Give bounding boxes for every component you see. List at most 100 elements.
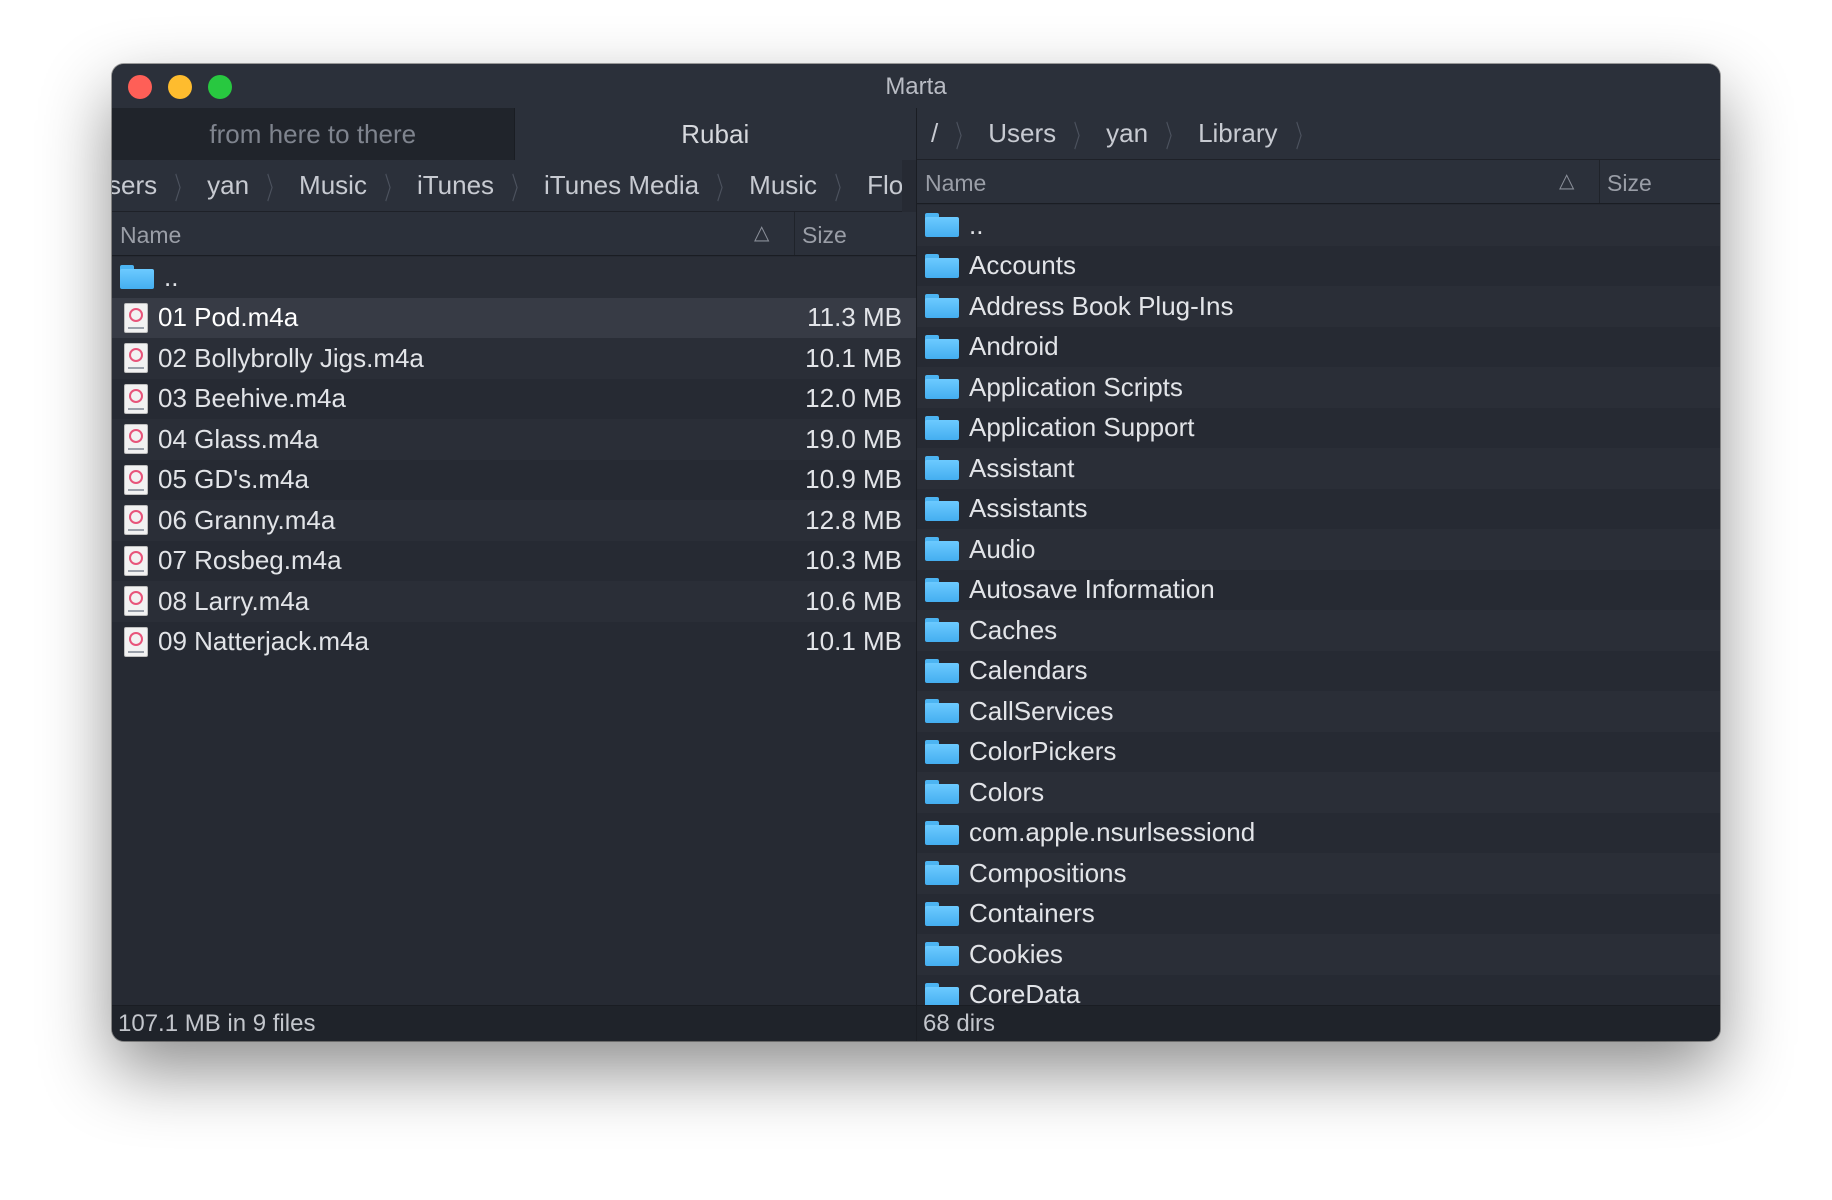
m4a-file-icon [124,343,148,374]
left-pane: from here to there Rubai sers 〉 yan 〉 Music 〉… [112,108,916,1041]
breadcrumb-item[interactable]: iTunes [407,170,504,201]
breadcrumb-item[interactable]: Music [739,170,827,201]
file-name: 04 Glass.m4a [158,423,319,454]
directory-row[interactable]: Audio [917,529,1720,570]
dir-name: CoreData [969,979,1081,1005]
file-size: 19.0 MB [805,423,902,454]
breadcrumb-item[interactable]: iTunes Media [534,170,709,201]
directory-row[interactable]: Address Book Plug-Ins [917,286,1720,327]
directory-row[interactable]: ColorPickers [917,731,1720,772]
breadcrumb-item[interactable]: sers [112,170,167,201]
directory-row[interactable]: CallServices [917,691,1720,732]
folder-icon [925,496,959,521]
dir-name: Accounts [969,250,1076,281]
chevron-right-icon: 〉 [266,171,282,207]
directory-row[interactable]: Caches [917,610,1720,651]
file-size: 12.0 MB [805,383,902,414]
file-size: 10.9 MB [805,464,902,495]
dir-name: Cookies [969,938,1063,969]
dir-name: .. [969,209,984,240]
file-row[interactable]: 05 GD's.m4a 10.9 MB [112,459,916,500]
folder-icon [925,456,959,481]
app-window: Marta from here to there Rubai sers 〉 yan 〉… [112,64,1720,1041]
file-size: 12.8 MB [805,504,902,535]
directory-row[interactable]: Autosave Information [917,569,1720,610]
directory-row[interactable]: Application Support [917,407,1720,448]
dir-name: Assistants [969,493,1088,524]
tab-rubai[interactable]: Rubai [514,108,916,160]
chevron-right-icon: 〉 [716,171,732,207]
directory-row[interactable]: Assistant [917,448,1720,489]
folder-icon [925,780,959,805]
directory-row[interactable]: com.apple.nsurlsessiond [917,812,1720,853]
dir-name: Caches [969,614,1058,645]
file-name: 01 Pod.m4a [158,302,299,333]
file-row[interactable]: 01 Pod.m4a 11.3 MB [112,297,916,338]
column-divider[interactable] [1599,160,1600,203]
parent-dir-row[interactable]: .. [112,257,916,298]
sort-ascending-icon[interactable]: △ [1559,168,1574,193]
m4a-file-icon [124,586,148,617]
tab-from-here-to-there[interactable]: from here to there [112,108,515,160]
m4a-file-icon [124,383,148,414]
folder-icon [120,265,154,290]
file-row[interactable]: 06 Granny.m4a 12.8 MB [112,500,916,541]
dir-name: com.apple.nsurlsessiond [969,817,1256,848]
file-name: 06 Granny.m4a [158,504,336,535]
file-row[interactable]: 04 Glass.m4a 19.0 MB [112,419,916,460]
chevron-right-icon: 〉 [174,171,190,207]
directory-row[interactable]: Calendars [917,650,1720,691]
folder-icon [925,213,959,238]
directory-row[interactable]: Containers [917,893,1720,934]
chevron-right-icon: 〉 [384,171,400,207]
name-column-header[interactable]: Name [120,222,181,249]
breadcrumb-item[interactable]: yan [197,170,259,201]
directory-row[interactable]: Colors [917,772,1720,813]
size-column-header[interactable]: Size [802,222,847,249]
file-row[interactable]: 07 Rosbeg.m4a 10.3 MB [112,540,916,581]
folder-icon [925,658,959,683]
directory-row[interactable]: CoreData [917,974,1720,1005]
breadcrumb-item[interactable]: Library [1188,118,1287,149]
folder-icon [925,861,959,886]
file-name: 05 GD's.m4a [158,464,309,495]
directory-row[interactable]: Application Scripts [917,367,1720,408]
dir-name: CallServices [969,695,1114,726]
dir-name: Autosave Information [969,574,1215,605]
directory-row[interactable]: Accounts [917,245,1720,286]
breadcrumb: sers 〉 yan 〉 Music 〉 iTunes 〉 iTunes Media 〉 Music… [112,160,902,212]
m4a-file-icon [124,302,148,333]
breadcrumb-item[interactable]: Flook [857,170,902,201]
folder-icon [925,901,959,926]
breadcrumb-item[interactable]: Music [289,170,377,201]
m4a-file-icon [124,505,148,536]
dir-name: Compositions [969,857,1127,888]
sort-ascending-icon[interactable]: △ [754,220,769,245]
parent-dir-row[interactable]: .. [917,205,1720,246]
folder-icon [925,537,959,562]
column-divider[interactable] [794,212,795,255]
dir-name: Colors [969,776,1045,807]
folder-icon [925,294,959,319]
directory-row[interactable]: Cookies [917,934,1720,975]
folder-icon [925,618,959,643]
breadcrumb-item[interactable]: Users [978,118,1066,149]
directory-row[interactable]: Assistants [917,488,1720,529]
file-name: 03 Beehive.m4a [158,383,346,414]
size-column-header[interactable]: Size [1607,170,1652,197]
chevron-right-icon: 〉 [1073,119,1089,155]
directory-row[interactable]: Compositions [917,853,1720,894]
breadcrumb-item[interactable]: yan [1096,118,1158,149]
tab-bar: from here to there Rubai [112,108,916,160]
file-row[interactable]: 03 Beehive.m4a 12.0 MB [112,378,916,419]
chevron-right-icon: 〉 [834,171,850,207]
file-row[interactable]: 08 Larry.m4a 10.6 MB [112,581,916,622]
dir-name: Audio [969,533,1036,564]
breadcrumb-item[interactable]: / [921,118,948,149]
window-title: Marta [885,73,947,100]
file-row[interactable]: 09 Natterjack.m4a 10.1 MB [112,621,916,662]
file-size: 11.3 MB [807,302,902,333]
directory-row[interactable]: Android [917,326,1720,367]
name-column-header[interactable]: Name [925,170,986,197]
file-row[interactable]: 02 Bollybrolly Jigs.m4a 10.1 MB [112,338,916,379]
